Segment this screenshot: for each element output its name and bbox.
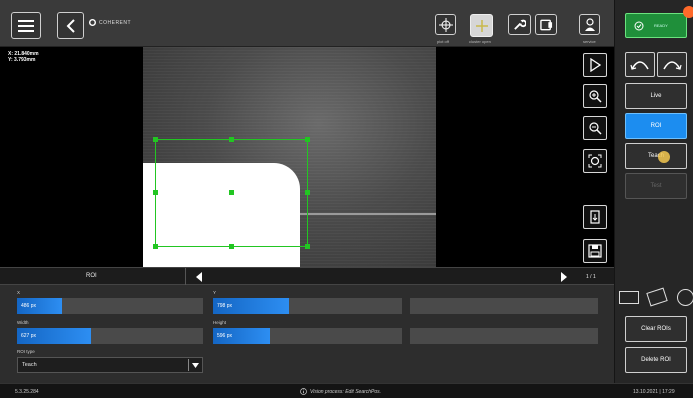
prev-page-icon[interactable] xyxy=(196,272,203,282)
wrench-icon xyxy=(514,19,526,30)
x-value: 486 px xyxy=(21,303,37,309)
roi-handle-bottom-middle[interactable] xyxy=(229,244,234,249)
height-value: 596 px xyxy=(217,333,233,339)
empty-field-2 xyxy=(410,328,598,344)
x-label: X xyxy=(17,290,21,295)
camera-view-button[interactable] xyxy=(535,14,557,35)
seam-line xyxy=(300,213,436,215)
arc-right-icon xyxy=(663,60,682,70)
save-icon xyxy=(588,244,602,258)
empty-field-1 xyxy=(410,298,598,314)
roi-handle-top-middle[interactable] xyxy=(229,137,234,142)
undo-arc-button[interactable] xyxy=(625,52,655,77)
chevron-left-icon xyxy=(66,18,75,33)
chevron-down-icon xyxy=(192,363,199,368)
zoom-fit-icon xyxy=(588,154,602,168)
datetime-text: 13.10.2021 | 17:29 xyxy=(633,389,675,395)
x-field[interactable]: 486 px xyxy=(17,298,203,314)
roi-handle-top-left[interactable] xyxy=(153,137,158,142)
height-label: Height xyxy=(213,320,227,325)
y-value: 798 px xyxy=(217,303,233,309)
status-bar: 5.3.25.284 Vision process: Edit SearchPo… xyxy=(0,383,693,398)
crosshair-icon xyxy=(438,17,453,32)
brand-logo: COHERENT xyxy=(89,19,131,26)
roi-parameters: X 486 px Y 798 px Width 627 px Height 59… xyxy=(0,285,614,383)
zoom-out-button[interactable] xyxy=(583,116,607,140)
redo-arc-button[interactable] xyxy=(657,52,687,77)
notification-badge[interactable] xyxy=(683,6,693,18)
dropdown-divider xyxy=(188,359,189,371)
test-button[interactable]: Test xyxy=(625,173,687,199)
ready-status-button[interactable]: READY xyxy=(625,13,687,38)
status-message: Vision process: Edit SearchPos. xyxy=(310,389,382,395)
shape-circle-icon[interactable] xyxy=(677,289,693,306)
page-indicator: 1 / 1 xyxy=(586,274,596,280)
width-label: Width xyxy=(17,320,29,325)
teach-button[interactable]: Teach xyxy=(625,143,687,169)
camera-image[interactable] xyxy=(143,47,436,267)
file-export-icon xyxy=(590,210,600,224)
hamburger-icon xyxy=(18,19,34,32)
header-divider xyxy=(185,268,186,286)
zoom-out-icon xyxy=(589,122,602,135)
service-button[interactable] xyxy=(579,14,600,35)
play-icon xyxy=(590,58,601,72)
roi-handle-top-right[interactable] xyxy=(305,137,310,142)
roi-handle-middle-left[interactable] xyxy=(153,190,158,195)
roitype-value: Teach xyxy=(22,362,37,368)
brand-name: COHERENT xyxy=(99,19,132,26)
menu-button[interactable] xyxy=(11,12,41,39)
shape-rotated-rectangle-icon[interactable] xyxy=(646,287,668,307)
camera-viewer[interactable]: X: 21.840mm Y: 3.793mm xyxy=(0,47,614,267)
delete-roi-button[interactable]: Delete ROI xyxy=(625,347,687,373)
plot-label: plot off xyxy=(437,39,449,44)
touch-indicator xyxy=(658,151,670,163)
next-page-icon[interactable] xyxy=(560,272,567,282)
save-button[interactable] xyxy=(583,239,607,263)
roitype-select[interactable]: Teach xyxy=(17,357,203,373)
top-toolbar: COHERENT plot off cluster open service xyxy=(0,0,614,47)
live-button[interactable]: Live xyxy=(625,83,687,109)
back-button[interactable] xyxy=(57,12,84,39)
right-panel: READY Live ROI Teach Test Clear ROIs Del… xyxy=(614,0,693,383)
plot-button[interactable] xyxy=(435,14,456,35)
width-field[interactable]: 627 px xyxy=(17,328,203,344)
arc-left-icon xyxy=(630,60,649,70)
cluster-label: cluster open xyxy=(469,39,491,44)
service-icon xyxy=(584,17,595,31)
roitype-label: ROI type xyxy=(17,349,35,354)
y-label: Y xyxy=(213,290,217,295)
export-button[interactable] xyxy=(583,205,607,229)
clear-rois-button[interactable]: Clear ROIs xyxy=(625,316,687,342)
camera-icon xyxy=(539,19,552,30)
zoom-in-button[interactable] xyxy=(583,84,607,108)
shape-rectangle-icon[interactable] xyxy=(619,291,639,304)
height-field[interactable]: 596 px xyxy=(213,328,402,344)
ready-label: READY xyxy=(654,23,668,28)
width-value: 627 px xyxy=(21,333,37,339)
roi-handle-center[interactable] xyxy=(229,190,234,195)
zoom-fit-button[interactable] xyxy=(583,149,607,173)
roi-button[interactable]: ROI xyxy=(625,113,687,139)
logo-icon xyxy=(89,19,96,26)
tools-button[interactable] xyxy=(508,14,531,35)
roi-handle-middle-right[interactable] xyxy=(305,190,310,195)
service-label: service xyxy=(583,39,596,44)
coord-y: Y: 3.793mm xyxy=(8,57,36,63)
check-circle-icon xyxy=(634,21,644,30)
zoom-in-icon xyxy=(589,90,602,103)
roi-handle-bottom-left[interactable] xyxy=(153,244,158,249)
roi-panel-title: ROI xyxy=(86,273,97,279)
version-text: 5.3.25.284 xyxy=(15,389,39,395)
crosshair-plus-icon xyxy=(475,19,488,32)
roi-handle-bottom-right[interactable] xyxy=(305,244,310,249)
play-button[interactable] xyxy=(583,53,607,77)
y-field[interactable]: 798 px xyxy=(213,298,402,314)
roi-parameter-header: ROI 1 / 1 xyxy=(0,267,614,286)
cursor-coordinates: X: 21.840mm Y: 3.793mm xyxy=(8,51,39,63)
info-icon xyxy=(300,388,307,395)
cluster-button[interactable] xyxy=(470,14,493,37)
